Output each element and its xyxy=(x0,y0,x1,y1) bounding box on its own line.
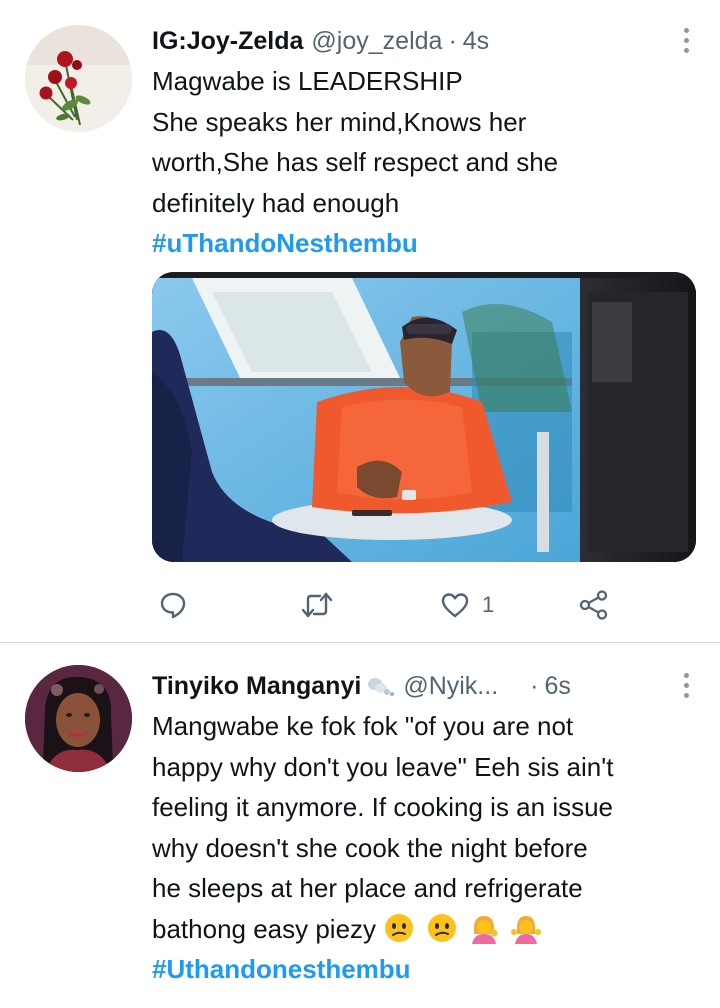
tweet-text-line: Magwabe is LEADERSHIP xyxy=(152,66,463,96)
hashtag-link[interactable]: #Uthandonesthembu xyxy=(152,949,692,990)
woman-shrugging-emoji xyxy=(510,912,542,944)
user-handle[interactable]: @joy_zelda xyxy=(311,27,442,56)
user-handle[interactable]: @Nyik... xyxy=(403,672,498,701)
tweet-text-line: why doesn't she cook the night before xyxy=(152,832,588,863)
retweet-icon[interactable] xyxy=(300,585,334,625)
tweet-text: Magwabe is LEADERSHIP She speaks her min… xyxy=(152,61,692,264)
tweet-actions: 1 xyxy=(152,585,696,625)
more-options-icon[interactable] xyxy=(682,673,690,699)
tweet-header: IG:Joy-Zelda @joy_zelda · 4s xyxy=(152,23,489,59)
confused-face-emoji xyxy=(383,912,415,944)
more-options-icon[interactable] xyxy=(682,28,690,54)
separator: · xyxy=(448,26,457,55)
like-count: 1 xyxy=(482,592,495,617)
like-button[interactable]: 1 xyxy=(440,585,494,625)
heart-icon xyxy=(441,593,469,618)
tweet-text-line: worth,She has self respect and she xyxy=(152,147,559,177)
tweet-text-line: Mangwabe ke fok fok "of you are not xyxy=(152,711,574,741)
display-name[interactable]: IG:Joy-Zelda xyxy=(152,27,303,56)
tweet-text-line: She speaks her mind,Knows her xyxy=(152,106,527,137)
display-name[interactable]: Tinyiko Manganyi xyxy=(152,672,361,701)
dash-emoji xyxy=(365,675,395,697)
tweet-text-line-with-emoji: bathong easy piezy xyxy=(152,909,692,950)
tweet-media-image[interactable] xyxy=(152,272,696,562)
tweet-text: Mangwabe ke fok fok "of you are not happ… xyxy=(152,706,692,990)
woman-portrait-avatar[interactable] xyxy=(25,665,132,772)
tweet-text-line: happy why don't you leave" Eeh sis ain't xyxy=(152,751,614,782)
tweet[interactable]: IG:Joy-Zelda @joy_zelda · 4s Magwabe is … xyxy=(0,0,720,642)
tweet-text-line: definitely had enough xyxy=(152,187,400,218)
timestamp[interactable]: 6s xyxy=(544,672,570,701)
share-icon[interactable] xyxy=(578,585,610,625)
confused-face-emoji xyxy=(426,912,458,944)
reply-icon[interactable] xyxy=(158,585,188,625)
timestamp[interactable]: 4s xyxy=(463,27,489,56)
woman-tipping-hand-emoji xyxy=(468,912,500,944)
red-roses-avatar[interactable] xyxy=(25,25,132,132)
tweet[interactable]: Tinyiko Manganyi @Nyik... · 6s Mangwabe … xyxy=(0,643,720,1008)
tweet-header: Tinyiko Manganyi @Nyik... · 6s xyxy=(152,668,571,704)
hashtag-link[interactable]: #uThandoNesthembu xyxy=(152,223,692,264)
separator: · xyxy=(530,671,539,700)
tweet-text-line: bathong easy piezy xyxy=(152,913,377,944)
tweet-text-line: feeling it anymore. If cooking is an iss… xyxy=(152,792,614,822)
tweet-text-line: he sleeps at her place and refrigerate xyxy=(152,873,583,903)
